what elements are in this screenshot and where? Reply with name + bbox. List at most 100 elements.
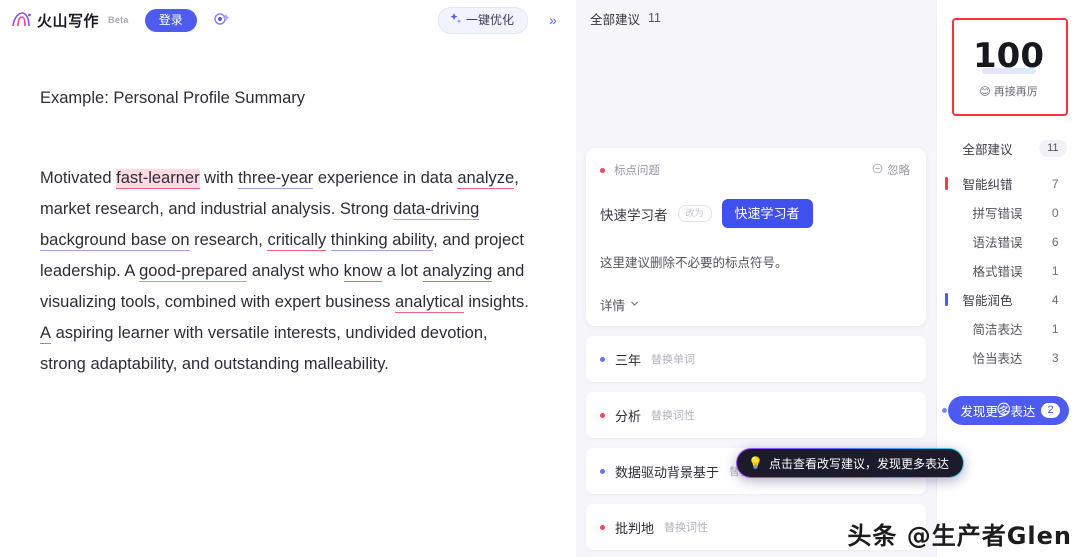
error-mark[interactable]: analyze	[457, 169, 515, 189]
text-run: research,	[189, 231, 268, 249]
category-row-全部建议[interactable]: 全部建议 11	[937, 134, 1080, 163]
sparkle-icon	[449, 12, 462, 29]
watermark: 头条 @生产者Glen	[847, 522, 1072, 550]
suggestion-type-dot	[600, 356, 605, 362]
category-row-语法错误[interactable]: 语法错误 6	[937, 227, 1080, 256]
document-paragraph[interactable]: Motivated fast-learner with three-year e…	[40, 163, 530, 380]
chevron-down-icon	[629, 298, 640, 312]
category-name: 格式错误	[972, 265, 1023, 279]
category-count: 3	[1051, 350, 1059, 365]
document-title: Example: Personal Profile Summary	[40, 89, 306, 107]
suggestions-header: 全部建议 11	[576, 0, 936, 36]
suggestion-kind-label: 标点问题	[614, 165, 660, 177]
suggestion-type-dot	[600, 468, 605, 474]
suggestion-kind: 替换词性	[664, 522, 709, 534]
optimize-label: 一键优化	[465, 13, 514, 27]
suggestion-description: 这里建议删除不必要的标点符号。	[600, 256, 788, 270]
category-count: 0	[1051, 205, 1059, 220]
top-toolbar: 火山写作 Beta 登录 一键优化 »	[0, 0, 576, 40]
app-logo[interactable]: 火山写作 Beta	[10, 9, 129, 31]
category-name: 恰当表达	[972, 352, 1023, 366]
error-mark[interactable]: know	[343, 262, 383, 282]
card-header: 标点问题 忽略	[600, 162, 910, 178]
discover-label: 发现更多表达	[960, 405, 1036, 419]
replace-arrow-pill: 改为	[677, 205, 712, 222]
text-run: with	[199, 169, 239, 187]
suggestions-scroll-area[interactable]: 标点问题 忽略 快速学习者 改为 快速学习者 这里建议删除不必要的标点符号。 详…	[576, 36, 936, 557]
volcano-logo-icon	[10, 9, 32, 31]
discover-count-badge: 2	[1041, 403, 1060, 418]
suggestion-type-dot	[600, 412, 605, 418]
text-run: Motivated	[40, 169, 117, 187]
score-underline-decoration	[981, 68, 1036, 74]
score-card: 100 😊 再接再厉	[949, 18, 1068, 116]
polish-mark[interactable]: thinking ability	[330, 231, 434, 251]
suggestion-kind: 替换词性	[651, 410, 696, 422]
lightbulb-icon: 💡	[748, 456, 763, 470]
category-name: 智能润色	[962, 294, 1013, 308]
app-title: 火山写作	[37, 12, 100, 30]
login-button[interactable]: 登录	[144, 8, 197, 32]
category-name: 全部建议	[962, 143, 1013, 157]
error-mark[interactable]: critically	[267, 231, 327, 251]
category-name: 智能纠错	[962, 178, 1013, 192]
active-suggestion-card[interactable]: 标点问题 忽略 快速学习者 改为 快速学习者 这里建议删除不必要的标点符号。 详…	[586, 148, 926, 326]
replacement-row: 快速学习者 改为 快速学习者	[600, 199, 910, 228]
error-mark[interactable]: analyzing	[422, 262, 493, 282]
category-row-拼写错误[interactable]: 拼写错误 0	[937, 198, 1080, 227]
error-mark[interactable]: A	[40, 324, 52, 344]
category-count: 4	[1051, 292, 1059, 307]
category-count: 7	[1051, 176, 1059, 191]
score-emoji-icon: 😊	[979, 85, 991, 98]
discover-indicator-dot	[942, 408, 948, 413]
category-count-pill: 11	[1039, 140, 1067, 157]
suggestions-header-count: 11	[648, 11, 661, 25]
active-error-mark[interactable]: fast-learner	[116, 169, 200, 189]
category-count: 1	[1051, 263, 1059, 278]
category-row-格式错误[interactable]: 格式错误 1	[937, 256, 1080, 285]
category-list: 全部建议 11 智能纠错 7 拼写错误 0 语法错误 6 格式错误 1 智能润色 4 简洁表达 1 恰当表达…	[937, 134, 1080, 372]
ignore-button[interactable]: 忽略	[872, 162, 910, 178]
document-editor[interactable]: Example: Personal Profile Summary Motiva…	[0, 40, 576, 557]
details-label: 详情	[600, 299, 626, 313]
category-count: 6	[1051, 234, 1059, 249]
category-row-简洁表达[interactable]: 简洁表达 1	[937, 314, 1080, 343]
polish-mark[interactable]: three-year	[238, 169, 314, 189]
suggestion-word: 分析	[615, 408, 642, 424]
suggestions-header-label: 全部建议	[590, 12, 641, 27]
original-text: 快速学习者	[600, 207, 668, 223]
editor-column: 火山写作 Beta 登录 一键优化 » Example: Personal Pr…	[0, 0, 576, 557]
apply-replacement-button[interactable]: 快速学习者	[721, 199, 813, 228]
text-run: a lot	[382, 262, 423, 280]
category-count: 1	[1051, 321, 1059, 336]
suggestion-list-item[interactable]: 三年 替换单词	[586, 336, 926, 382]
discover-more-button[interactable]: 发现更多表达 2 🌕	[942, 396, 1069, 425]
category-accent-bar	[944, 293, 948, 306]
category-row-智能纠错[interactable]: 智能纠错 7	[937, 169, 1080, 198]
expand-panel-button[interactable]: »	[542, 9, 564, 31]
suggestion-word: 批判地	[615, 520, 655, 536]
ignore-label: 忽略	[887, 165, 910, 177]
category-name: 拼写错误	[972, 207, 1023, 221]
category-row-恰当表达[interactable]: 恰当表达 3	[937, 343, 1080, 372]
score-label-row: 😊 再接再厉	[979, 83, 1037, 99]
ai-sparkle-icon[interactable]	[209, 8, 233, 32]
app-root: 火山写作 Beta 登录 一键优化 » Example: Personal Pr…	[0, 0, 1080, 557]
text-run: insights.	[463, 293, 529, 311]
tooltip-text: 点击查看改写建议，发现更多表达	[768, 456, 949, 471]
suggestions-column: 全部建议 11 标点问题 忽略 快速学习者 改为 快速学习者 这里建议删除不必要…	[576, 0, 949, 557]
suggestion-type-dot	[600, 524, 605, 530]
score-label-text: 再接再厉	[993, 86, 1038, 98]
suggestion-word: 三年	[615, 352, 642, 368]
text-run: analyst who	[247, 262, 344, 280]
polish-mark[interactable]: good-prepared	[139, 262, 248, 282]
details-toggle[interactable]: 详情	[600, 295, 910, 314]
suggestion-list-item[interactable]: 分析 替换词性	[586, 392, 926, 438]
error-mark[interactable]: analytical	[394, 293, 464, 313]
circle-minus-icon	[872, 163, 883, 177]
one-click-optimize-button[interactable]: 一键优化	[437, 6, 528, 34]
text-run: experience in data	[313, 169, 458, 187]
beta-tag: Beta	[108, 15, 129, 25]
category-row-智能润色[interactable]: 智能润色 4	[937, 285, 1080, 314]
text-run: aspiring learner with versatile interest…	[40, 324, 488, 373]
